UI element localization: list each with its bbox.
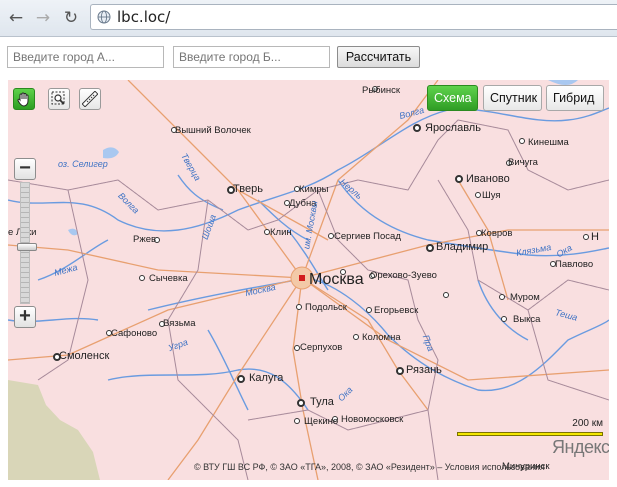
- map-city-label: Орехово-Зуево: [370, 270, 437, 281]
- map-city-label: Вичуга: [508, 157, 538, 168]
- map-city-label: Сафоново: [111, 328, 158, 339]
- ruler-icon: [82, 91, 98, 107]
- map-city-label: Шуя: [482, 190, 501, 201]
- zoom-control: − +: [14, 158, 37, 328]
- map-city-dot: [499, 294, 505, 300]
- map-city-dot: [396, 367, 404, 375]
- map-city-label: Рязань: [406, 364, 442, 376]
- zoom-slider-thumb[interactable]: [17, 243, 37, 251]
- map-city-label: Новомосковск: [341, 414, 404, 425]
- map-city-label: Серпухов: [300, 342, 343, 353]
- map-city-label: Клин: [270, 227, 292, 238]
- map-city-label: Вышний Волочек: [175, 125, 251, 136]
- map-city-dot: [583, 234, 589, 240]
- map-city-label: Коломна: [362, 332, 401, 343]
- map-city-label: Кимры: [299, 184, 329, 195]
- map-city-label: Щекино: [304, 416, 339, 427]
- map-type-hybrid-button[interactable]: Гибрид: [546, 85, 604, 111]
- map-city-dot: [501, 316, 507, 322]
- city-b-input[interactable]: [173, 46, 330, 68]
- map[interactable]: Рыбинск Вышний Волочек Ярославль Кинешма…: [8, 80, 609, 480]
- map-city-dot: [366, 307, 372, 313]
- map-city-label: Ржев: [133, 234, 157, 245]
- map-city-label: Выкса: [513, 314, 541, 325]
- map-city-label: Вязьма: [163, 318, 196, 329]
- map-city-label: Ковров: [481, 228, 513, 239]
- browser-toolbar: ← → ↻ lbc.loc/: [0, 0, 617, 37]
- map-city-dot: [413, 124, 421, 132]
- map-city-dot: [296, 304, 302, 310]
- url-text: lbc.loc/: [117, 8, 171, 26]
- map-city-label: Егорьевск: [374, 305, 419, 316]
- map-city-label: Тверь: [233, 183, 263, 195]
- magnifier-icon: [51, 91, 65, 105]
- map-copyright: © ВТУ ГШ ВС РФ, © ЗАО «ТГА», 2008, © ЗАО…: [194, 462, 545, 472]
- map-city-label: Иваново: [466, 173, 510, 185]
- reload-button[interactable]: ↻: [61, 9, 81, 27]
- hand-icon: [17, 92, 29, 107]
- forward-button[interactable]: →: [33, 9, 53, 27]
- yandex-logo[interactable]: Яндекс: [552, 437, 609, 458]
- map-river-label: оз. Селигер: [58, 159, 108, 169]
- map-city-label: Москва: [309, 271, 364, 288]
- address-bar[interactable]: lbc.loc/: [90, 4, 617, 30]
- map-city-label: Павлово: [555, 259, 594, 270]
- map-type-satellite-button[interactable]: Спутник: [483, 85, 542, 111]
- map-city-label: Сергиев Посад: [334, 231, 401, 242]
- map-city-dot: [297, 399, 305, 407]
- map-city-dot: [455, 175, 463, 183]
- map-city-dot: [139, 275, 145, 281]
- scale-label: 200 км: [572, 418, 603, 429]
- map-city-label: Калуга: [249, 372, 284, 384]
- map-city-label: Ярославль: [425, 122, 481, 134]
- map-city-dot: [237, 375, 245, 383]
- map-city-dot: [353, 334, 359, 340]
- hand-tool-button[interactable]: [13, 88, 35, 110]
- map-city-label: Тула: [310, 396, 334, 408]
- map-city-label: Подольск: [305, 302, 347, 313]
- map-city-dot: [443, 292, 449, 298]
- scale-bar: [457, 432, 603, 436]
- map-city-label: Н: [591, 231, 599, 243]
- zoom-slider[interactable]: [17, 182, 37, 304]
- map-city-dot: [294, 418, 300, 424]
- map-city-dot: [475, 192, 481, 198]
- ruler-tool-button[interactable]: [79, 88, 101, 110]
- globe-icon: [97, 10, 111, 24]
- map-city-label: Владимир: [436, 241, 489, 253]
- zoom-area-tool-button[interactable]: [48, 88, 70, 110]
- map-city-dot: [519, 138, 525, 144]
- map-type-scheme-button[interactable]: Схема: [427, 85, 478, 111]
- zoom-in-button[interactable]: +: [14, 306, 36, 328]
- zoom-out-button[interactable]: −: [14, 158, 36, 180]
- city-a-input[interactable]: [7, 46, 164, 68]
- map-city-label: Кинешма: [528, 137, 569, 148]
- calculate-button[interactable]: Рассчитать: [337, 46, 420, 68]
- map-city-label: Муром: [510, 292, 540, 303]
- back-button[interactable]: ←: [6, 9, 26, 27]
- map-city-label: Смоленск: [59, 350, 110, 362]
- map-city-label: Сычевка: [149, 273, 188, 284]
- map-city-dot: [426, 244, 434, 252]
- map-city-label: Рыбинск: [362, 85, 401, 96]
